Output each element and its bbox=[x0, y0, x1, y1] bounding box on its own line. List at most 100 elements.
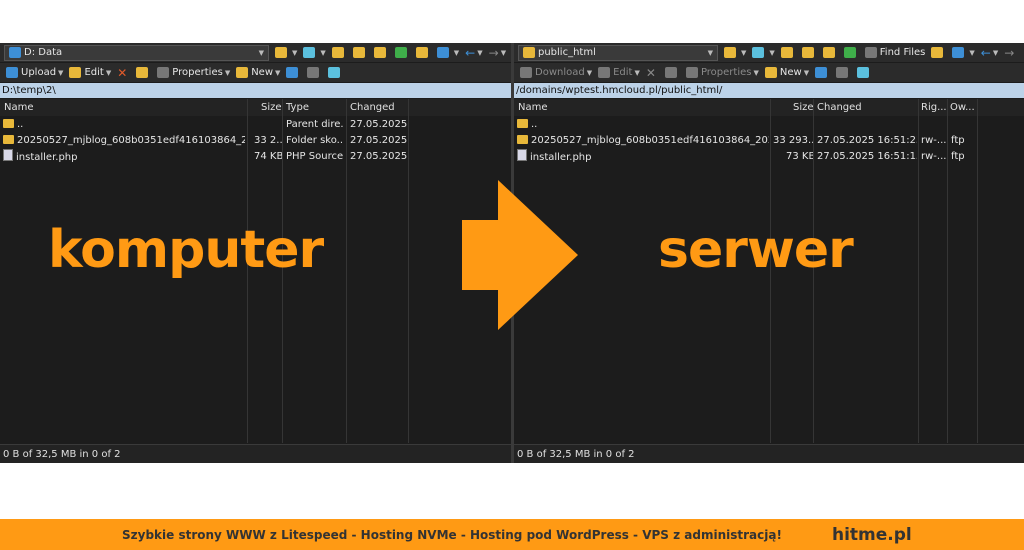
properties-label: Properties bbox=[172, 67, 223, 78]
table-row[interactable]: installer.php 74 KB PHP Source... 27.05.… bbox=[0, 149, 512, 165]
refresh-icon bbox=[843, 47, 856, 58]
rename-button[interactable] bbox=[136, 67, 151, 78]
upload-label: Upload bbox=[21, 67, 57, 78]
file-name-cell: 20250527_mjblog_608b0351edf416103864_202… bbox=[3, 133, 245, 149]
rename-icon bbox=[136, 67, 149, 78]
remote-drive-toolbar: public_html ▼ ▼ ▼ Find Files ▼ ← ▼ → bbox=[514, 43, 1024, 62]
forward-button[interactable]: → ▼ bbox=[489, 46, 506, 60]
forward-button[interactable]: → bbox=[1004, 46, 1014, 60]
file-changed: 27.05.2025 16:51:23 bbox=[817, 135, 917, 146]
php-file-icon bbox=[3, 149, 13, 161]
folder-icon bbox=[3, 135, 14, 144]
table-row[interactable]: installer.php 73 KB 27.05.2025 16:51:15 … bbox=[514, 149, 1024, 165]
new-icon bbox=[764, 67, 777, 78]
edit-button[interactable]: Edit ▼ bbox=[69, 67, 111, 78]
file-type: Parent dire... bbox=[286, 119, 344, 130]
select-all-button[interactable] bbox=[286, 67, 301, 78]
column-name[interactable]: Name bbox=[4, 99, 34, 116]
file-changed: 27.05.2025... bbox=[350, 135, 408, 146]
back-button[interactable]: ← ▼ bbox=[465, 46, 482, 60]
parent-dir-button[interactable] bbox=[780, 47, 796, 58]
remote-path-bar[interactable]: /domains/wptest.hmcloud.pl/public_html/ bbox=[514, 83, 1024, 98]
file-size: 74 KB bbox=[254, 151, 282, 162]
new-button[interactable]: New ▼ bbox=[236, 67, 280, 78]
remote-dir-selector[interactable]: public_html ▼ bbox=[518, 44, 718, 61]
filter-icon bbox=[752, 47, 765, 58]
filter-button[interactable]: ▼ bbox=[303, 47, 326, 58]
parent-dir-button[interactable] bbox=[331, 47, 347, 58]
root-dir-button[interactable] bbox=[801, 47, 817, 58]
download-icon bbox=[520, 67, 532, 78]
back-button[interactable]: ← ▼ bbox=[981, 46, 998, 60]
overlay-right-word: serwer bbox=[658, 220, 854, 280]
file-owner: ftp bbox=[951, 151, 965, 162]
local-status-bar: 0 B of 32,5 MB in 0 of 2 bbox=[0, 444, 512, 463]
file-changed: 27.05.2025... bbox=[350, 119, 408, 130]
refresh-button[interactable] bbox=[394, 47, 410, 58]
local-drive-selector[interactable]: D: Data ▼ bbox=[4, 44, 269, 61]
deselect-button[interactable] bbox=[836, 67, 851, 78]
new-button[interactable]: New ▼ bbox=[764, 67, 809, 78]
table-row[interactable]: 20250527_mjblog_608b0351edf416103864_202… bbox=[514, 133, 1024, 149]
remote-action-toolbar: Download ▼ Edit ▼ ✕ Properties ▼ New ▼ bbox=[514, 63, 1024, 82]
open-folder-button[interactable]: ▼ bbox=[275, 47, 297, 58]
rename-button[interactable] bbox=[664, 67, 680, 78]
column-changed[interactable]: Changed bbox=[350, 99, 395, 116]
folder-icon bbox=[517, 135, 528, 144]
upload-button[interactable]: Upload ▼ bbox=[6, 67, 63, 78]
table-row[interactable]: .. Parent dire... 27.05.2025... bbox=[0, 117, 512, 133]
forward-arrow-icon: → bbox=[1004, 45, 1015, 60]
root-folder-icon bbox=[352, 47, 365, 58]
home-button[interactable] bbox=[373, 47, 389, 58]
properties-button[interactable]: Properties ▼ bbox=[157, 67, 230, 78]
refresh-icon bbox=[394, 47, 407, 58]
overlay-left-word: komputer bbox=[48, 220, 324, 280]
column-changed[interactable]: Changed bbox=[817, 99, 862, 116]
view-button[interactable]: ▼ bbox=[952, 47, 975, 58]
file-name-cell: installer.php bbox=[3, 149, 243, 166]
open-folder-button[interactable]: ▼ bbox=[724, 47, 746, 58]
properties-button[interactable]: Properties ▼ bbox=[685, 67, 759, 78]
footer-brand[interactable]: hitme.pl bbox=[832, 525, 912, 545]
chevron-down-icon: ▼ bbox=[292, 48, 298, 57]
delete-icon: ✕ bbox=[117, 65, 128, 80]
chevron-down-icon: ▼ bbox=[477, 48, 483, 57]
column-size[interactable]: Size bbox=[793, 99, 814, 116]
column-rights[interactable]: Rig... bbox=[921, 99, 947, 116]
bookmarks-button[interactable] bbox=[931, 47, 946, 58]
delete-button[interactable]: ✕ bbox=[117, 66, 130, 80]
column-size[interactable]: Size bbox=[261, 99, 282, 116]
select-all-button[interactable] bbox=[815, 67, 830, 78]
local-action-toolbar: Upload ▼ Edit ▼ ✕ Properties ▼ New ▼ bbox=[0, 63, 512, 82]
local-path-bar[interactable]: D:\temp\2\ bbox=[0, 83, 512, 98]
deselect-button[interactable] bbox=[307, 67, 322, 78]
bookmarks-button[interactable] bbox=[415, 47, 431, 58]
filter-select-button[interactable] bbox=[857, 67, 872, 78]
file-rights: rw-... bbox=[921, 135, 947, 146]
column-owner[interactable]: Ow... bbox=[950, 99, 975, 116]
table-row[interactable]: 20250527_mjblog_608b0351edf416103864_202… bbox=[0, 133, 512, 149]
home-button[interactable] bbox=[822, 47, 838, 58]
filter-select-button[interactable] bbox=[328, 67, 343, 78]
root-dir-button[interactable] bbox=[352, 47, 368, 58]
view-button[interactable]: ▼ bbox=[436, 47, 459, 58]
edit-button[interactable]: Edit ▼ bbox=[598, 67, 640, 78]
column-name[interactable]: Name bbox=[518, 99, 548, 116]
filter-button[interactable]: ▼ bbox=[752, 47, 775, 58]
upload-icon bbox=[6, 67, 18, 78]
download-button[interactable]: Download ▼ bbox=[520, 67, 592, 78]
right-arrow-icon bbox=[462, 180, 578, 330]
local-drive-label: D: Data bbox=[24, 47, 63, 58]
chevron-down-icon: ▼ bbox=[969, 48, 975, 57]
chevron-down-icon: ▼ bbox=[105, 68, 112, 77]
table-row[interactable]: .. bbox=[514, 117, 1024, 133]
column-type[interactable]: Type bbox=[286, 99, 309, 116]
find-files-button[interactable]: Find Files bbox=[864, 47, 925, 58]
file-name: .. bbox=[531, 119, 538, 130]
delete-button[interactable]: ✕ bbox=[646, 66, 659, 80]
plus-icon bbox=[286, 67, 299, 78]
remote-file-list: .. 20250527_mjblog_608b0351edf416103864_… bbox=[514, 117, 1024, 165]
filter-icon bbox=[328, 67, 341, 78]
refresh-button[interactable] bbox=[843, 47, 859, 58]
chevron-down-icon: ▼ bbox=[500, 48, 507, 57]
